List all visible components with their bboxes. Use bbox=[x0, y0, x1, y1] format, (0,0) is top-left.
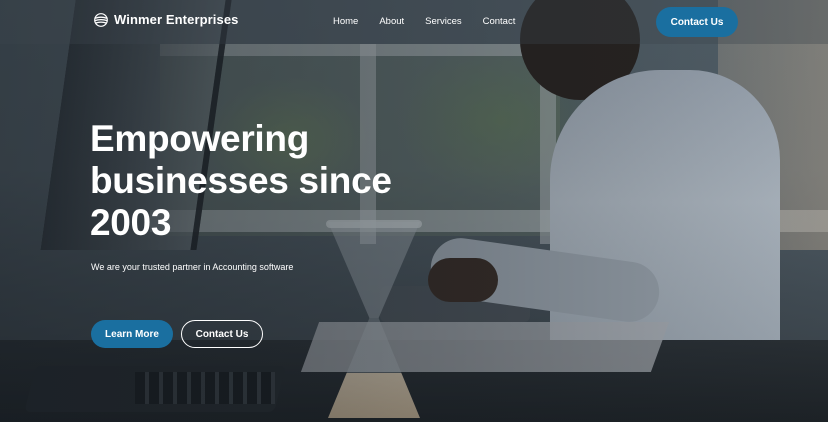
globe-logo-icon bbox=[94, 12, 108, 27]
header-contact-us-button[interactable]: Contact Us bbox=[656, 7, 738, 37]
site-header: Winmer Enterprises Home About Services C… bbox=[0, 0, 828, 44]
brand-link[interactable]: Winmer Enterprises bbox=[94, 12, 239, 27]
hero-subtitle: We are your trusted partner in Accountin… bbox=[91, 262, 294, 272]
nav-home[interactable]: Home bbox=[333, 16, 358, 27]
hero-section: Winmer Enterprises Home About Services C… bbox=[0, 0, 828, 422]
hero-contact-us-button[interactable]: Contact Us bbox=[181, 320, 263, 348]
main-navigation: Home About Services Contact bbox=[333, 16, 536, 27]
brand-name: Winmer Enterprises bbox=[114, 12, 239, 27]
hero-headline: Empowering businesses since 2003 bbox=[90, 118, 392, 243]
nav-services[interactable]: Services bbox=[425, 16, 461, 27]
nav-contact[interactable]: Contact bbox=[483, 16, 516, 27]
nav-about[interactable]: About bbox=[379, 16, 404, 27]
learn-more-button[interactable]: Learn More bbox=[91, 320, 173, 348]
